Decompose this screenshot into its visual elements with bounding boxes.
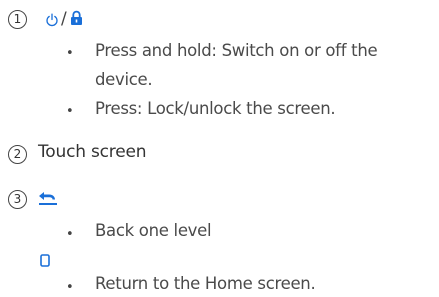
- item-number-2: 2: [8, 145, 27, 164]
- bullet-text: Return to the Home screen.: [95, 274, 316, 293]
- bullet-marker: •: [66, 104, 74, 119]
- item-number-1: 1: [8, 10, 27, 29]
- bullet-marker: •: [66, 280, 74, 295]
- power-icon: [45, 12, 59, 31]
- bullet-marker: •: [66, 46, 74, 61]
- bullet-text: Press and hold: Switch on or off the: [95, 41, 378, 60]
- icon-separator: /: [61, 9, 67, 29]
- lock-icon: [70, 10, 83, 30]
- home-icon: [40, 252, 50, 271]
- back-icon: [38, 191, 58, 211]
- bullet-marker: •: [66, 227, 74, 242]
- bullet-text-continued: device.: [95, 70, 153, 89]
- item-number-3: 3: [8, 190, 27, 209]
- item-title: Touch screen: [38, 142, 147, 162]
- bullet-text: Back one level: [95, 221, 212, 240]
- bullet-text: Press: Lock/unlock the screen.: [95, 99, 336, 118]
